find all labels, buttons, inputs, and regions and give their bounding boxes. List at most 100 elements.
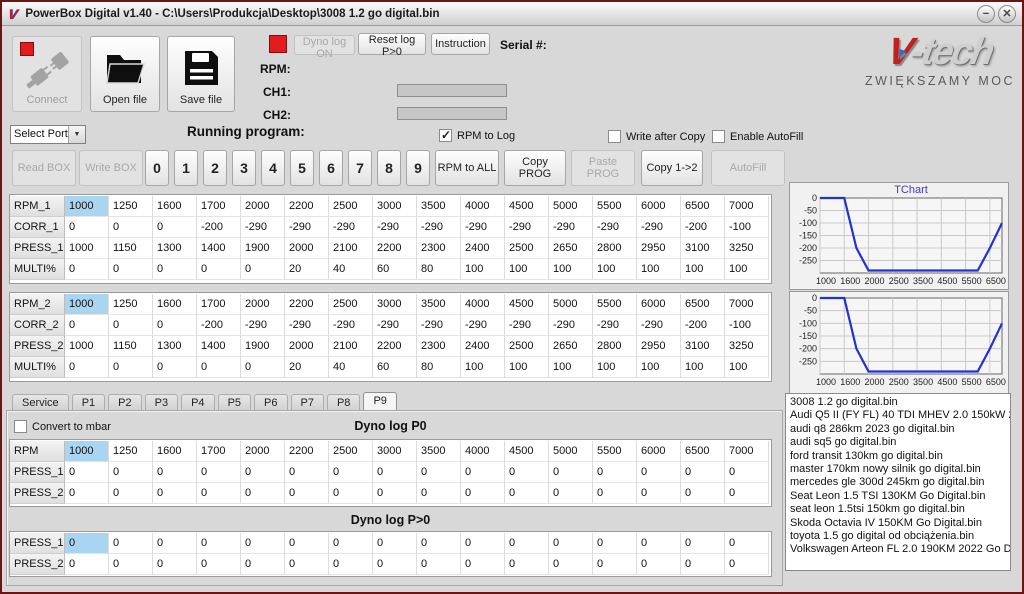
grid-cell[interactable]: 0	[197, 357, 241, 378]
autofill-button[interactable]: AutoFill	[711, 150, 785, 186]
grid-cell[interactable]: 0	[153, 554, 197, 575]
grid-cell[interactable]: 0	[725, 554, 769, 575]
grid-cell[interactable]: 0	[241, 554, 285, 575]
grid-cell[interactable]: 100	[505, 357, 549, 378]
grid-cell[interactable]: -290	[593, 217, 637, 238]
grid-cell[interactable]: 1400	[197, 336, 241, 357]
file-list-item[interactable]: seat leon 1.5tsi 150km go digital.bin	[790, 503, 1010, 516]
grid-cell[interactable]: 1300	[153, 238, 197, 259]
grid-cell[interactable]: 3250	[725, 238, 769, 259]
grid-cell[interactable]: 100	[681, 357, 725, 378]
grid-cell[interactable]: 100	[725, 357, 769, 378]
grid-cell[interactable]: 20	[285, 357, 329, 378]
grid-cell[interactable]: 0	[329, 462, 373, 483]
grid-cell[interactable]: 4500	[505, 294, 549, 315]
connect-button[interactable]: Connect	[12, 36, 82, 112]
grid-cell[interactable]: 0	[285, 462, 329, 483]
grid-cell[interactable]: 2000	[241, 441, 285, 462]
tab-p2[interactable]: P2	[108, 394, 142, 411]
grid-cell[interactable]: 2650	[549, 238, 593, 259]
grid-cell[interactable]: 3500	[417, 441, 461, 462]
grid-cell[interactable]: -290	[417, 315, 461, 336]
grid-cell[interactable]: 0	[153, 533, 197, 554]
tab-p1[interactable]: P1	[71, 394, 106, 411]
grid-cell[interactable]: 0	[725, 533, 769, 554]
program-4-button[interactable]: 4	[261, 150, 285, 186]
grid-cell[interactable]: 1900	[241, 336, 285, 357]
grid-cell[interactable]: -290	[417, 217, 461, 238]
grid-cell[interactable]: 5500	[593, 294, 637, 315]
copy-1-2-button[interactable]: Copy 1->2	[641, 150, 703, 186]
grid-cell[interactable]: 4000	[461, 294, 505, 315]
grid-cell[interactable]: 0	[681, 554, 725, 575]
save-file-button[interactable]: Save file	[167, 36, 235, 112]
grid-cell[interactable]: 0	[549, 533, 593, 554]
grid-cell[interactable]: 2500	[329, 196, 373, 217]
grid-cell[interactable]: 0	[109, 554, 153, 575]
grid-cell[interactable]: 5500	[593, 196, 637, 217]
file-list-item[interactable]: audi sq5 go digital.bin	[790, 436, 1010, 449]
write-after-copy-checkbox[interactable]: Write after Copy	[608, 130, 705, 143]
grid-cell[interactable]: 0	[725, 483, 769, 504]
grid-cell[interactable]: 2500	[505, 336, 549, 357]
grid-cell[interactable]: 0	[593, 483, 637, 504]
rpm-to-log-checkbox[interactable]: RPM to Log	[439, 128, 515, 142]
grid-cell[interactable]: 0	[461, 483, 505, 504]
grid-cell[interactable]: 0	[637, 462, 681, 483]
program-6-button[interactable]: 6	[319, 150, 343, 186]
grid-cell[interactable]: 1000	[65, 294, 109, 315]
grid-cell[interactable]: 1000	[65, 238, 109, 259]
grid-cell[interactable]: 1150	[109, 238, 153, 259]
grid-cell[interactable]: 0	[65, 357, 109, 378]
grid-cell[interactable]: 0	[153, 315, 197, 336]
grid-cell[interactable]: 2800	[593, 336, 637, 357]
grid-cell[interactable]: -290	[637, 217, 681, 238]
tab-p8[interactable]: P8	[326, 394, 361, 411]
grid-cell[interactable]: 100	[461, 357, 505, 378]
grid-cell[interactable]: 3000	[373, 196, 417, 217]
grid-cell[interactable]: 0	[241, 357, 285, 378]
grid-cell[interactable]: 3250	[725, 336, 769, 357]
program-2-button[interactable]: 2	[203, 150, 227, 186]
grid-cell[interactable]: 4000	[461, 441, 505, 462]
grid-cell[interactable]: 100	[461, 259, 505, 280]
grid-cell[interactable]: 2000	[241, 196, 285, 217]
grid-cell[interactable]: 0	[197, 462, 241, 483]
grid-cell[interactable]: 0	[549, 554, 593, 575]
grid-cell[interactable]: 6500	[681, 441, 725, 462]
tab-p5[interactable]: P5	[217, 394, 252, 411]
checkbox-box[interactable]	[712, 130, 725, 143]
grid-cell[interactable]: -290	[241, 315, 285, 336]
file-list-item[interactable]: Seat Leon 1.5 TSI 130KM Go Digital.bin	[790, 490, 1010, 503]
grid-cell[interactable]: 0	[417, 483, 461, 504]
file-list-item[interactable]: 3008 1.2 go digital.bin	[790, 396, 1010, 409]
grid-cell[interactable]: 2400	[461, 238, 505, 259]
grid-cell[interactable]: -290	[549, 315, 593, 336]
grid-cell[interactable]: 7000	[725, 441, 769, 462]
grid-cell[interactable]: 1250	[109, 196, 153, 217]
grid-cell[interactable]: 0	[461, 554, 505, 575]
grid-cell[interactable]: 40	[329, 259, 373, 280]
grid-cell[interactable]: 0	[197, 554, 241, 575]
grid-cell[interactable]: 100	[637, 259, 681, 280]
grid-cell[interactable]: 0	[65, 462, 109, 483]
grid-cell[interactable]: 2300	[417, 238, 461, 259]
grid-cell[interactable]: 0	[725, 462, 769, 483]
grid-cell[interactable]: 0	[461, 533, 505, 554]
grid-cell[interactable]: 0	[505, 462, 549, 483]
grid-cell[interactable]: 0	[65, 217, 109, 238]
grid-cell[interactable]: 0	[197, 483, 241, 504]
grid-cell[interactable]: 0	[65, 554, 109, 575]
grid-cell[interactable]: 0	[241, 259, 285, 280]
file-list-item[interactable]: audi q8 286km 2023 go digital.bin	[790, 423, 1010, 436]
grid-cell[interactable]: 0	[109, 217, 153, 238]
program-8-button[interactable]: 8	[377, 150, 401, 186]
grid-cell[interactable]: 0	[65, 259, 109, 280]
grid-cell[interactable]: 0	[65, 483, 109, 504]
grid-cell[interactable]: 2200	[285, 196, 329, 217]
grid-cell[interactable]: 1250	[109, 294, 153, 315]
grid-cell[interactable]: 2200	[373, 336, 417, 357]
grid-cell[interactable]: 0	[681, 462, 725, 483]
grid-cell[interactable]: 0	[681, 533, 725, 554]
grid-cell[interactable]: 0	[637, 554, 681, 575]
